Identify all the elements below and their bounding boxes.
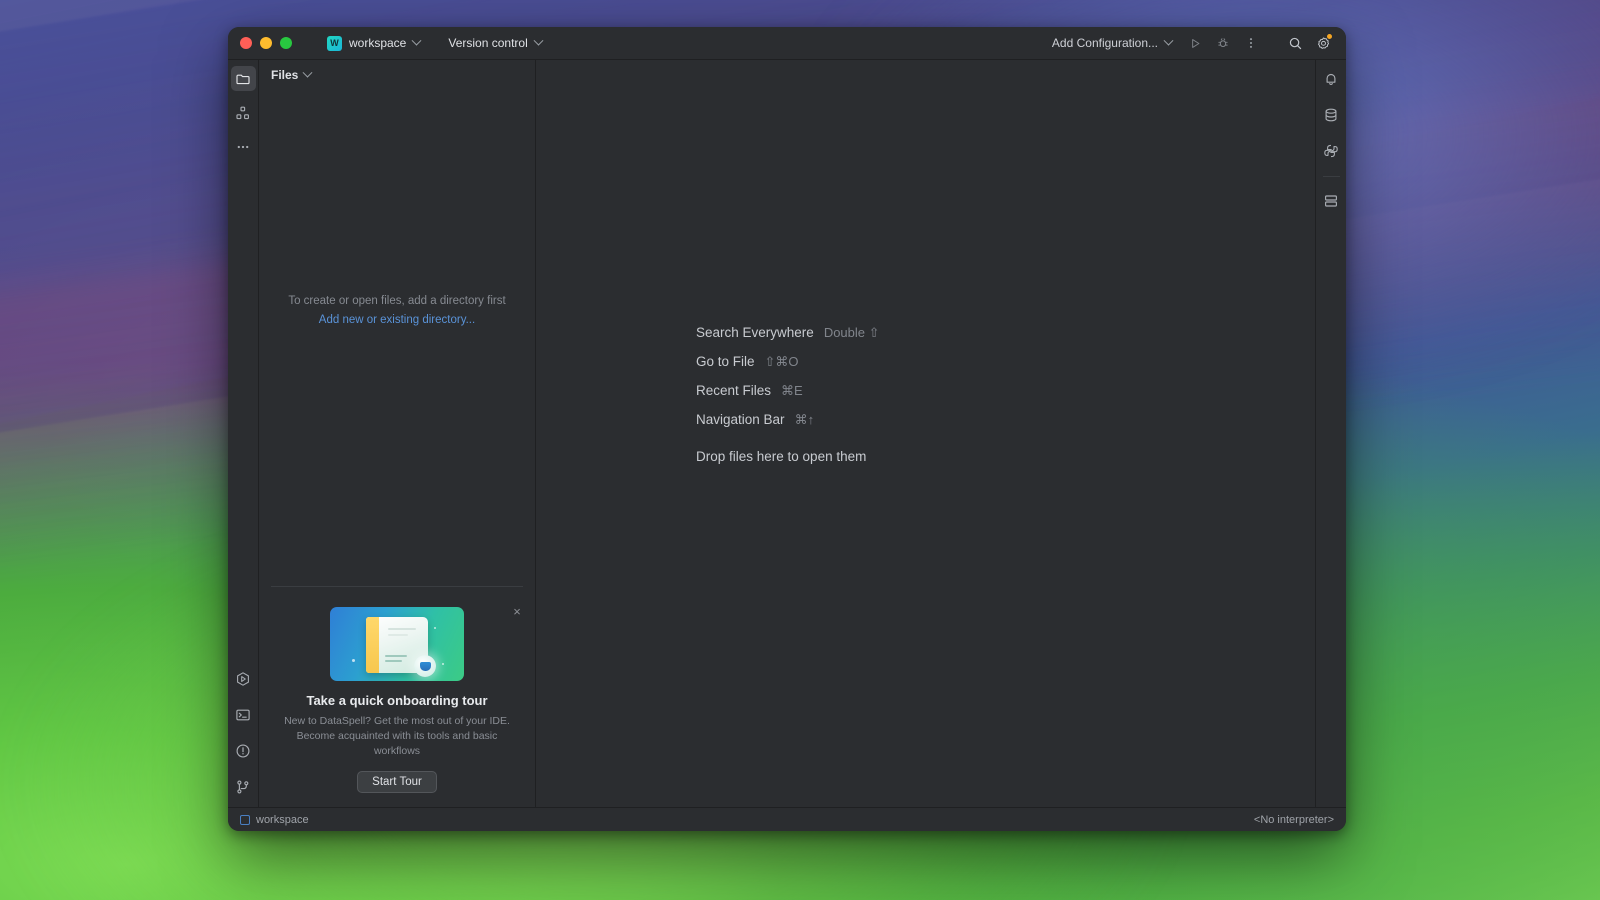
files-empty-state: To create or open files, add a directory… (259, 90, 535, 586)
shortcut-label: Search Everywhere (696, 325, 814, 340)
dataspell-ide-window: W workspace Version control Add Configur… (228, 27, 1346, 831)
shortcut-label: Recent Files (696, 383, 771, 398)
close-icon[interactable]: × (509, 603, 525, 619)
left-tool-rail (228, 60, 259, 807)
promo-title: Take a quick onboarding tour (271, 693, 523, 708)
version-control-selector[interactable]: Version control (441, 33, 548, 53)
shortcut-row-search-everywhere: Search Everywhere Double ⇧ (696, 325, 880, 354)
rail-divider (1323, 176, 1340, 177)
notebook-line (388, 634, 408, 636)
sidebar-item-notifications[interactable] (1319, 66, 1344, 91)
sidebar-item-project-files[interactable] (231, 66, 256, 91)
notebook-line (385, 655, 407, 657)
minimize-window-button[interactable] (260, 37, 272, 49)
left-rail-bottom-group (231, 666, 256, 801)
sparkle-dot (352, 659, 355, 662)
chevron-down-icon[interactable] (303, 67, 313, 77)
run-icon[interactable] (1182, 31, 1208, 55)
notebook-line (388, 628, 416, 630)
chevron-down-icon (1164, 35, 1174, 45)
promo-button-wrap: Start Tour (271, 771, 523, 793)
notebook-graphic (366, 617, 428, 673)
window-titlebar: W workspace Version control Add Configur… (228, 27, 1346, 60)
sidebar-item-database[interactable] (1319, 102, 1344, 127)
status-bar-interpreter[interactable]: <No interpreter> (1254, 814, 1334, 826)
sidebar-item-structure[interactable] (231, 100, 256, 125)
sidebar-item-terminal[interactable] (231, 702, 256, 727)
right-tool-rail (1315, 60, 1346, 807)
notebook-badge-icon (414, 655, 436, 677)
project-module-icon (240, 815, 250, 825)
close-window-button[interactable] (240, 37, 252, 49)
files-panel-title: Files (271, 68, 298, 82)
maximize-window-button[interactable] (280, 37, 292, 49)
editor-drop-hint-row: Drop files here to open them (696, 449, 880, 478)
files-panel-header[interactable]: Files (259, 60, 535, 90)
onboarding-promo-card: × Take a qu (271, 586, 523, 793)
traffic-lights (240, 37, 292, 49)
status-bar-interpreter-label: <No interpreter> (1254, 814, 1334, 826)
sparkle-dot (434, 627, 436, 629)
shortcut-keys: ⇧⌘O (765, 354, 799, 370)
titlebar-left-group: W workspace Version control (320, 33, 549, 54)
start-tour-button[interactable]: Start Tour (357, 771, 437, 793)
status-bar-project[interactable]: workspace (240, 814, 309, 826)
shortcut-label: Go to File (696, 354, 755, 369)
sparkle-dot (442, 663, 444, 665)
notebook-spine (366, 617, 379, 673)
promo-description: New to DataSpell? Get the most out of yo… (271, 714, 523, 759)
files-tool-window: Files To create or open files, add a dir… (259, 60, 536, 807)
search-icon[interactable] (1282, 31, 1308, 55)
version-control-label: Version control (448, 36, 527, 50)
shortcut-row-go-to-file: Go to File ⇧⌘O (696, 354, 880, 383)
project-name-label: workspace (349, 36, 406, 50)
debug-icon[interactable] (1210, 31, 1236, 55)
sidebar-item-more-tool-windows[interactable] (231, 134, 256, 159)
editor-shortcut-hints: Search Everywhere Double ⇧ Go to File ⇧⌘… (696, 325, 880, 478)
chevron-down-icon (412, 35, 422, 45)
status-bar-project-label: workspace (256, 814, 309, 826)
project-logo-icon: W (327, 36, 342, 51)
sidebar-item-version-control[interactable] (231, 774, 256, 799)
shortcut-keys: ⌘E (781, 383, 803, 399)
ide-body: Files To create or open files, add a dir… (228, 60, 1346, 807)
editor-empty-area[interactable]: Search Everywhere Double ⇧ Go to File ⇧⌘… (536, 60, 1315, 807)
sidebar-item-problems[interactable] (231, 738, 256, 763)
notebook-badge-inner (420, 662, 431, 671)
chevron-down-icon (533, 35, 543, 45)
shortcut-row-navigation-bar: Navigation Bar ⌘↑ (696, 412, 880, 441)
shortcut-keys: Double ⇧ (824, 325, 880, 341)
shortcut-label: Navigation Bar (696, 412, 785, 427)
titlebar-right-group: Add Configuration... (1044, 31, 1336, 55)
project-selector[interactable]: W workspace (320, 33, 427, 54)
notebook-line (385, 660, 402, 662)
shortcut-row-recent-files: Recent Files ⌘E (696, 383, 880, 412)
add-directory-link[interactable]: Add new or existing directory... (319, 314, 475, 326)
shortcut-keys: ⌘↑ (795, 412, 815, 428)
promo-description-line-1: New to DataSpell? Get the most out of yo… (284, 715, 510, 727)
run-configuration-selector[interactable]: Add Configuration... (1044, 33, 1180, 53)
sidebar-item-python-packages[interactable] (1319, 138, 1344, 163)
onboarding-notebook-illustration (330, 607, 464, 681)
sidebar-item-run[interactable] (231, 666, 256, 691)
settings-update-badge (1326, 33, 1333, 40)
gear-icon[interactable] (1310, 31, 1336, 55)
promo-description-line-2: Become acquainted with its tools and bas… (297, 730, 498, 757)
more-vertical-icon[interactable] (1238, 31, 1264, 55)
files-empty-hint: To create or open files, add a directory… (288, 295, 505, 307)
run-configuration-label: Add Configuration... (1052, 36, 1158, 50)
status-bar: workspace <No interpreter> (228, 807, 1346, 831)
sidebar-item-layout[interactable] (1319, 188, 1344, 213)
editor-drop-hint: Drop files here to open them (696, 449, 866, 464)
